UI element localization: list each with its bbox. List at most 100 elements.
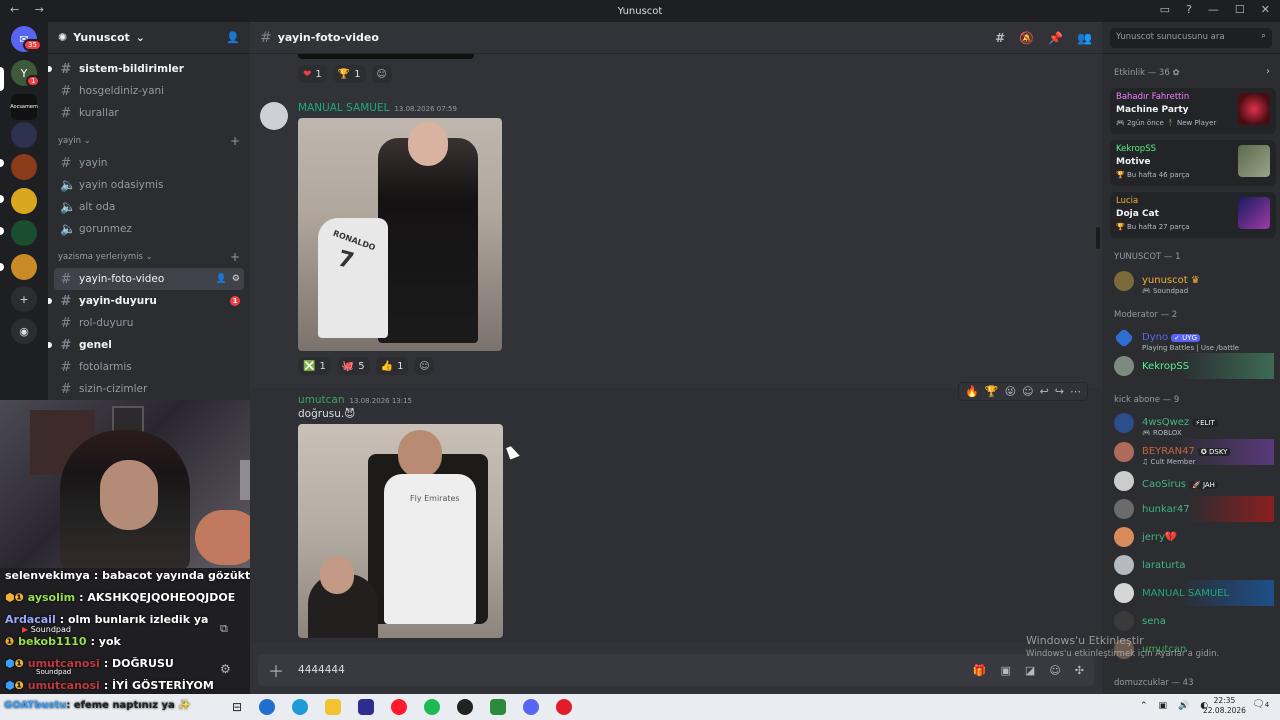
reaction-heart[interactable]: ❤ 1 xyxy=(298,65,327,83)
channel-yayin-foto-video[interactable]: # yayin-foto-video 👤 ⚙ xyxy=(54,268,244,290)
reaction-trophy[interactable]: 🏆 1 xyxy=(332,65,366,83)
opera-icon[interactable] xyxy=(391,699,408,715)
close-button[interactable]: ✕ xyxy=(1261,3,1270,16)
file-explorer-icon[interactable] xyxy=(325,699,342,715)
message-author[interactable]: MANUAL SAMUEL xyxy=(298,102,389,114)
chevron-up-icon[interactable]: ⌃ xyxy=(1140,701,1148,711)
message-image[interactable]: Fly Emirates xyxy=(298,424,503,638)
member-list-icon[interactable]: 👥 xyxy=(1077,31,1092,45)
voice-channel-alt-oda[interactable]: 🔈 alt oda xyxy=(54,196,244,218)
channel-fotolarmis[interactable]: # fotolarmis xyxy=(54,356,244,378)
message-composer[interactable]: ＋ 4444444 🎁 ▣ ◪ ☺ ✣ xyxy=(258,654,1094,686)
inbox-icon[interactable]: ▭ xyxy=(1160,3,1170,16)
media-app-icon[interactable] xyxy=(556,699,573,715)
chat-scrollbar[interactable] xyxy=(1096,227,1100,249)
member-item[interactable]: BEYRAN47 ✪ DSKY ♫ Cult Member xyxy=(1114,439,1274,466)
channel-sizin-cizimler[interactable]: # sizin-cizimler xyxy=(54,378,244,400)
gif-icon[interactable]: ▣ xyxy=(1001,664,1011,677)
events-header[interactable]: Etkinlik — 36 ✿ xyxy=(1114,68,1180,78)
app-icon[interactable] xyxy=(490,699,507,715)
maximize-button[interactable]: ☐ xyxy=(1235,3,1245,16)
obs-icon[interactable] xyxy=(457,699,474,715)
member-item[interactable]: CaoSirus 🚀 JAH xyxy=(1114,468,1274,494)
reaction-octopus[interactable]: 🐙 5 xyxy=(336,357,370,375)
minimize-button[interactable]: — xyxy=(1208,3,1219,16)
channel-hosgeldiniz-yani[interactable]: # hosgeldiniz-yani xyxy=(54,80,244,102)
member-item[interactable]: jerry💔 xyxy=(1114,524,1274,550)
mute-bell-icon[interactable]: 🔕 xyxy=(1019,31,1034,45)
server-icon-7[interactable] xyxy=(11,254,37,280)
volume-icon[interactable]: 🔊 xyxy=(1178,701,1189,711)
reaction-fire-icon[interactable]: 🔥 xyxy=(965,385,979,398)
event-card[interactable]: Bahadır Fahrettin Machine Party 🎮 2gün ö… xyxy=(1110,88,1276,134)
channel-genel[interactable]: # genel xyxy=(48,334,244,356)
member-item[interactable]: 4wsQwez ⚡ELIT 🎮 ROBLOX xyxy=(1114,410,1274,437)
add-server-icon[interactable]: + xyxy=(11,286,37,312)
emoji-icon[interactable]: ☺ xyxy=(1049,664,1060,677)
add-reaction-icon[interactable]: ☺ xyxy=(371,65,392,83)
category-yayin[interactable]: yayin ⌄ + xyxy=(48,130,250,152)
sticker-icon[interactable]: ◪ xyxy=(1025,664,1035,677)
channel-kurallar[interactable]: # kurallar xyxy=(54,102,244,124)
forward-icon[interactable]: ↪ xyxy=(1055,385,1064,398)
channel-yayin-duyuru[interactable]: # yayin-duyuru 1 xyxy=(48,290,244,312)
channel-sistem-bildirimler[interactable]: # sistem-bildirimler xyxy=(48,58,244,80)
notification-icon[interactable]: 🗨4 xyxy=(1252,699,1269,710)
task-view-icon[interactable]: ⊟ xyxy=(232,700,242,714)
edge-icon[interactable] xyxy=(292,699,309,715)
add-member-icon[interactable]: 👤 xyxy=(226,31,240,44)
event-card[interactable]: Lucia Doja Cat 🏆 Bu hafta 27 parça xyxy=(1110,192,1276,238)
pin-icon[interactable]: 📌 xyxy=(1048,31,1063,45)
server-icon-6[interactable] xyxy=(11,220,37,246)
event-card[interactable]: KekropSS Motive 🏆 Bu hafta 46 parça xyxy=(1110,140,1276,186)
reaction-cross[interactable]: ❎ 1 xyxy=(298,357,331,375)
server-icon-5[interactable] xyxy=(11,188,37,214)
member-item[interactable]: hunkar47 xyxy=(1114,496,1274,522)
voice-channel-yayin-odasiymis[interactable]: 🔈 yayin odasiymis xyxy=(54,174,244,196)
guild-header[interactable]: ✺ Yunuscot ⌄ 👤 xyxy=(48,22,250,54)
store-icon[interactable] xyxy=(358,699,375,715)
reaction-sticker-icon[interactable]: 😜 xyxy=(1005,385,1016,398)
voice-channel-gorunmez[interactable]: 🔈 gorunmez xyxy=(54,218,244,240)
outlook-icon[interactable] xyxy=(259,699,276,715)
server-icon-3[interactable] xyxy=(11,122,37,148)
add-reaction-icon[interactable]: ☺ xyxy=(414,357,435,375)
member-item[interactable]: MANUAL SAMUEL xyxy=(1114,580,1274,606)
spotify-icon[interactable] xyxy=(424,699,441,715)
invite-icon[interactable]: 👤 xyxy=(216,274,227,284)
add-reaction-icon[interactable]: ☺ xyxy=(1022,385,1033,398)
message-input[interactable]: 4444444 xyxy=(298,664,345,676)
server-icon-4[interactable] xyxy=(11,154,37,180)
message-author[interactable]: umutcan xyxy=(298,394,345,406)
reaction-thumbs-up[interactable]: 👍 1 xyxy=(375,357,409,375)
help-icon[interactable]: ? xyxy=(1186,3,1192,16)
reaction-trophy-icon[interactable]: 🏆 xyxy=(985,385,999,398)
server-aocsamem[interactable]: Aocsamem xyxy=(10,94,38,120)
network-icon[interactable]: ▣ xyxy=(1159,701,1168,711)
member-item[interactable]: laraturta xyxy=(1114,552,1274,578)
create-channel-icon[interactable]: + xyxy=(230,250,240,264)
create-channel-icon[interactable]: + xyxy=(230,134,240,148)
screen-share-icon[interactable]: ⧉ xyxy=(220,622,228,636)
chevron-right-icon[interactable]: › xyxy=(1266,66,1270,77)
back-forward-nav[interactable]: ← → xyxy=(10,3,50,16)
avatar[interactable] xyxy=(260,102,288,130)
server-search-input[interactable]: Yunuscot sunucusunu ara ⌕ xyxy=(1110,28,1272,48)
message-image[interactable]: RONALDO 7 xyxy=(298,118,502,351)
apps-icon[interactable]: ✣ xyxy=(1075,664,1084,677)
member-item[interactable]: KekropSS xyxy=(1114,353,1274,379)
upload-plus-icon[interactable]: ＋ xyxy=(268,658,284,682)
member-item[interactable]: sena xyxy=(1114,608,1274,634)
more-icon[interactable]: ⋯ xyxy=(1070,385,1081,398)
reply-icon[interactable]: ↩ xyxy=(1040,385,1049,398)
category-yazisma-yerleriymis[interactable]: yazisma yerleriymis ⌄ + xyxy=(48,246,250,268)
channel-yayin[interactable]: # yayin xyxy=(54,152,244,174)
channel-rol-duyuru[interactable]: # rol-duyuru xyxy=(54,312,244,334)
gear-icon[interactable]: ⚙ xyxy=(220,662,231,676)
member-item[interactable]: Dyno ✓ UYG Playing Battles | Use /battle xyxy=(1114,325,1274,352)
discover-icon[interactable]: ◉ xyxy=(11,318,37,344)
gift-icon[interactable]: 🎁 xyxy=(973,664,987,677)
member-item[interactable]: yunuscot ♛ 🎮 Soundpad xyxy=(1114,268,1274,295)
discord-icon[interactable] xyxy=(523,699,540,715)
gear-icon[interactable]: ⚙ xyxy=(232,274,240,284)
